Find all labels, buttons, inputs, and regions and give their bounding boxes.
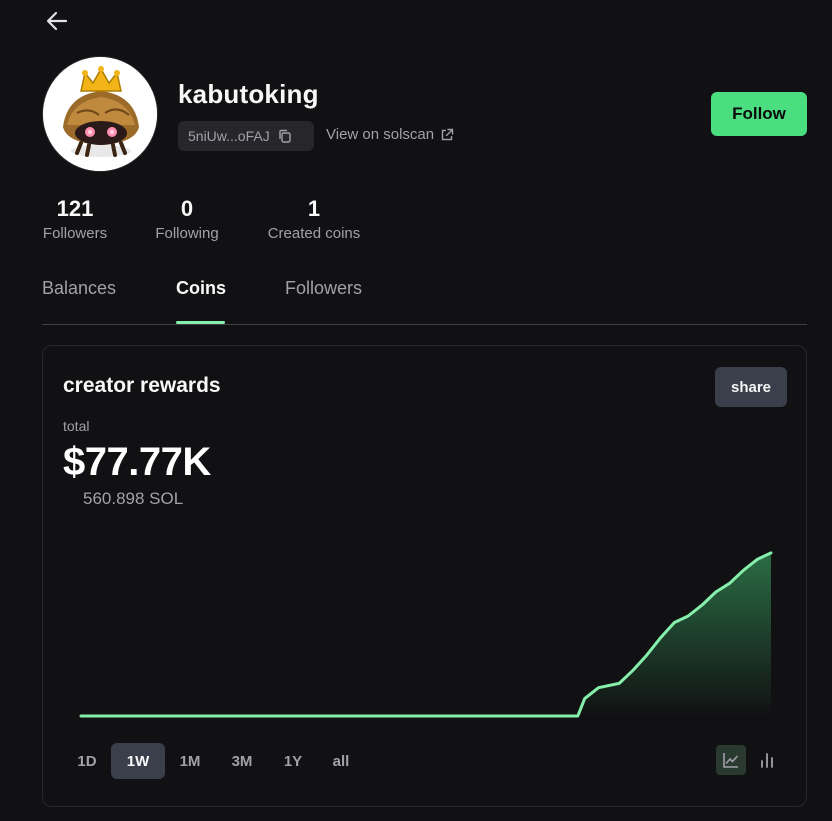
wallet-address: 5niUw...oFAJ (188, 128, 270, 144)
share-button[interactable]: share (715, 367, 787, 407)
line-chart-toggle[interactable] (716, 745, 746, 775)
avatar (42, 56, 158, 172)
stat-value: 1 (307, 196, 321, 221)
sol-value: 560.898 SOL (83, 489, 184, 508)
line-chart-icon (723, 753, 738, 768)
stat-value: 121 (56, 196, 94, 221)
tab-coins[interactable]: Coins (176, 278, 226, 299)
chart-area-fill (577, 552, 771, 716)
follow-button[interactable]: Follow (711, 92, 807, 136)
total-value: $77.77K (63, 440, 211, 484)
creator-rewards-card: creator rewards share total $77.77K 560.… (42, 345, 807, 807)
stat-value: 0 (180, 196, 194, 221)
wallet-address-chip[interactable]: 5niUw...oFAJ (178, 121, 314, 151)
bar-chart-toggle[interactable] (752, 745, 782, 775)
bar-chart-icon (761, 753, 773, 768)
copy-icon[interactable] (278, 129, 292, 143)
username: kabutoking (178, 79, 319, 109)
stat-label: Following (155, 225, 219, 242)
card-title: creator rewards (63, 374, 221, 397)
stat-following[interactable]: 0 Following (153, 195, 221, 245)
range-1w[interactable]: 1W (111, 743, 165, 779)
tab-balances[interactable]: Balances (42, 278, 116, 299)
kabuto-king-avatar-image (43, 57, 157, 171)
range-1m[interactable]: 1M (169, 743, 211, 779)
range-3m[interactable]: 3M (221, 743, 263, 779)
external-link-icon (441, 128, 454, 140)
rewards-chart (79, 551, 773, 718)
view-on-solscan-link[interactable]: View on solscan (326, 126, 454, 143)
stat-label: Created coins (267, 225, 361, 242)
stat-followers[interactable]: 121 Followers (42, 195, 108, 245)
stat-label: Followers (42, 225, 108, 242)
range-1d[interactable]: 1D (67, 743, 107, 779)
arrow-left-icon[interactable] (44, 8, 70, 34)
range-all[interactable]: all (321, 743, 361, 779)
range-1y[interactable]: 1Y (273, 743, 313, 779)
solscan-label: View on solscan (326, 126, 435, 143)
total-label: total (63, 418, 90, 434)
stat-created-coins[interactable]: 1 Created coins (264, 195, 364, 245)
tabs-divider (42, 324, 807, 325)
tab-followers[interactable]: Followers (285, 278, 362, 299)
